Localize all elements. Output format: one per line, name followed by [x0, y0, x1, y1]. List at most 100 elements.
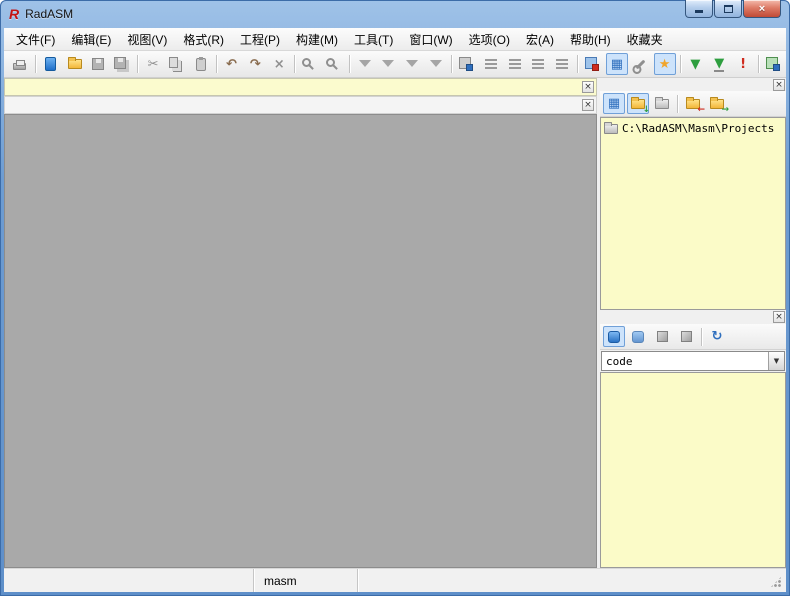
copy-button[interactable] — [166, 53, 188, 75]
close-button[interactable]: × — [743, 0, 781, 18]
cube-2-button[interactable] — [675, 326, 697, 347]
window-inner: 文件(F) 编辑(E) 视图(V) 格式(R) 工程(P) 构建(M) 工具(T… — [4, 28, 786, 592]
left-column: × × — [4, 78, 597, 568]
indent-4-button[interactable] — [551, 53, 573, 75]
code-section-button[interactable] — [603, 326, 625, 347]
menu-item-favorites[interactable]: 收藏夹 — [619, 28, 671, 51]
cube-icon — [656, 331, 668, 342]
project-panel-grip[interactable]: × — [600, 78, 786, 91]
find-button[interactable] — [299, 53, 321, 75]
indent-1-button[interactable] — [480, 53, 502, 75]
project-panel-close-button[interactable]: × — [773, 78, 785, 91]
status-pane-1 — [4, 569, 254, 592]
toolbar-separator — [577, 55, 579, 73]
app-logo-icon: R — [9, 6, 20, 22]
get-update-1-button[interactable]: ▼ — [684, 53, 706, 75]
files-grid-icon: ▦ — [607, 96, 621, 111]
dock-strip-1-close-button[interactable]: × — [582, 81, 594, 93]
folder-gray-icon — [655, 96, 669, 109]
favorites-button[interactable]: ★ — [653, 53, 676, 75]
filter-icon — [406, 60, 419, 73]
code-list-area[interactable] — [600, 372, 786, 568]
menu-item-tools[interactable]: 工具(T) — [346, 28, 401, 51]
filter-icon — [430, 60, 443, 73]
main-toolbar: ✂ ↶ ↷ × ▦ ★ ▼ ▼ ! — [4, 51, 786, 78]
project-path-label: C:\RadASM\Masm\Projects — [622, 122, 775, 135]
redo-button[interactable]: ↷ — [244, 53, 266, 75]
menu-item-format[interactable]: 格式(R) — [175, 28, 232, 51]
section-combo[interactable]: code ▼ — [601, 351, 785, 371]
files-view-button[interactable]: ▦ — [603, 93, 625, 114]
menu-item-options[interactable]: 选项(O) — [461, 28, 518, 51]
sync-folder-button[interactable]: ↓ — [627, 93, 650, 115]
undo-icon: ↶ — [226, 56, 237, 72]
tree-item-projects[interactable]: C:\RadASM\Masm\Projects — [601, 121, 785, 136]
get-update-2-button[interactable]: ▼ — [708, 53, 730, 75]
cut-button[interactable]: ✂ — [142, 53, 164, 75]
filter-1-button[interactable] — [354, 53, 376, 75]
menu-item-view[interactable]: 视图(V) — [119, 28, 175, 51]
filter-3-button[interactable] — [401, 53, 423, 75]
replace-button[interactable] — [323, 53, 345, 75]
blue-square-icon — [608, 330, 620, 343]
data-section-button[interactable] — [627, 326, 649, 347]
folder-back-button[interactable]: ← — [682, 93, 705, 115]
code-panel-close-button[interactable]: × — [773, 311, 785, 323]
refresh-button[interactable]: ↻ — [706, 326, 728, 347]
align-lines-icon — [532, 59, 545, 69]
new-file-button[interactable] — [40, 53, 62, 75]
tools-button[interactable] — [630, 53, 652, 75]
save-all-icon — [113, 56, 126, 69]
toolbar-separator — [137, 55, 139, 73]
print-icon — [13, 60, 27, 70]
project-tree[interactable]: C:\RadASM\Masm\Projects — [600, 117, 786, 310]
download-box-icon: ▼ — [714, 55, 725, 72]
new-folder-button[interactable] — [651, 93, 673, 114]
dock-strip-2-close-button[interactable]: × — [582, 99, 594, 111]
templates-button[interactable] — [582, 53, 604, 75]
menu-item-edit[interactable]: 编辑(E) — [63, 28, 119, 51]
maximize-button[interactable] — [714, 0, 742, 18]
filter-2-button[interactable] — [378, 53, 400, 75]
menu-item-make[interactable]: 构建(M) — [288, 28, 346, 51]
folder-forward-button[interactable]: → — [706, 93, 729, 115]
wrench-icon — [635, 59, 646, 69]
paste-button[interactable] — [190, 53, 212, 75]
menu-item-window[interactable]: 窗口(W) — [401, 28, 460, 51]
status-assembler-label: masm — [264, 573, 297, 588]
find-icon — [302, 58, 312, 67]
menu-bar: 文件(F) 编辑(E) 视图(V) 格式(R) 工程(P) 构建(M) 工具(T… — [4, 28, 786, 51]
project-browser-button[interactable]: ▦ — [605, 53, 628, 75]
dock-strip-2: × — [4, 96, 597, 114]
cube-1-button[interactable] — [651, 326, 673, 347]
indent-2-button[interactable] — [504, 53, 526, 75]
filter-icon — [358, 60, 371, 73]
save-all-button[interactable] — [111, 53, 133, 75]
indent-3-button[interactable] — [528, 53, 550, 75]
alert-button[interactable]: ! — [732, 53, 754, 75]
new-file-icon — [45, 57, 57, 71]
toolbar-separator — [294, 55, 296, 73]
minimize-button[interactable] — [685, 0, 713, 18]
title-bar[interactable]: R RadASM × — [0, 0, 790, 28]
undo-button[interactable]: ↶ — [221, 53, 243, 75]
copy-special-icon — [458, 57, 473, 71]
print-button[interactable] — [9, 53, 31, 75]
paste-icon — [195, 56, 206, 71]
filter-4-button[interactable] — [425, 53, 447, 75]
status-pane-3 — [358, 569, 786, 592]
blue-square-light-icon — [632, 330, 644, 343]
save-button[interactable] — [87, 53, 109, 75]
menu-item-project[interactable]: 工程(P) — [232, 28, 288, 51]
close-icon: × — [758, 2, 766, 15]
menu-item-help[interactable]: 帮助(H) — [562, 28, 619, 51]
menu-item-file[interactable]: 文件(F) — [8, 28, 63, 51]
menu-item-macro[interactable]: 宏(A) — [518, 28, 562, 51]
add-ins-button[interactable] — [763, 53, 785, 75]
code-panel-grip[interactable]: × — [600, 310, 786, 324]
open-file-button[interactable] — [64, 53, 86, 75]
delete-button[interactable]: × — [268, 53, 290, 75]
mdi-client-area — [4, 114, 597, 568]
combo-dropdown-button[interactable]: ▼ — [768, 352, 784, 370]
copy-special-button[interactable] — [456, 53, 478, 75]
